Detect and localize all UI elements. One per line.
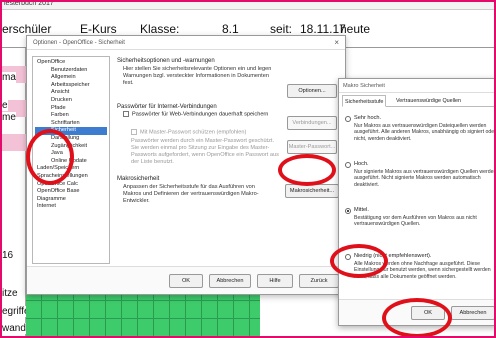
security-pane: Sicherheitsoptionen und -warnungen Hier … (117, 56, 341, 266)
tree-item[interactable]: Pfade (35, 105, 107, 113)
tree-item[interactable]: Darstellung (35, 135, 107, 143)
header-cell: erschüler (2, 22, 52, 36)
option-description: Alle Makros werden ohne Nachfrage ausgef… (354, 261, 491, 280)
header-cell: Klasse: (140, 22, 180, 36)
header-cell: E-Kurs (80, 22, 117, 36)
header-cell: heute (340, 22, 371, 36)
macro-security-text: Anpassen der Sicherheitsstufe für das Au… (123, 184, 259, 204)
tree-item[interactable]: Allgemein (35, 74, 107, 82)
back-button[interactable]: Zurück (299, 274, 339, 288)
security-options-heading: Sicherheitsoptionen und -warnungen (117, 58, 215, 64)
ok-button[interactable]: OK (169, 274, 203, 288)
macro-dialog-tabs: Sicherheitsstufe Vertrauenswürdige Quell… (342, 95, 496, 107)
tree-item[interactable]: OpenOffice (35, 59, 107, 67)
options-dialog-titlebar: Optionen - OpenOffice - Sicherheit × (27, 36, 345, 50)
macro-dialog-footer: OK Abbrechen (339, 299, 496, 325)
option-description: Nur signierte Makros aus vertrauenswürdi… (354, 169, 496, 188)
tree-item[interactable]: Internet (35, 203, 107, 211)
master-password-label: Mit Master-Passwort schützen (empfohlen) (140, 129, 247, 136)
tree-item[interactable]: Benutzerdaten (35, 67, 107, 75)
options-dialog-title: Optionen - OpenOffice - Sicherheit (33, 40, 125, 46)
macro-security-button[interactable]: Makrosicherheit... (285, 184, 339, 198)
macro-dialog-title: Makro Sicherheit (339, 79, 496, 93)
option-title: Sehr hoch. (354, 115, 382, 121)
tree-item[interactable]: Zugänglichkeit (35, 143, 107, 151)
tree-item[interactable]: Laden/Speichern (35, 165, 107, 173)
tree-item[interactable]: Sicherheit (35, 127, 107, 135)
option-description: Bestätigung vor dem Ausführen von Makros… (354, 215, 477, 228)
options-button[interactable]: Optionen... (287, 84, 337, 98)
master-password-text: Passwörter werden durch ein Master-Passw… (131, 138, 279, 165)
options-dialog: Optionen - OpenOffice - Sicherheit × Ope… (26, 35, 346, 295)
header-cell: 18.11.17 (300, 22, 346, 36)
row-label: 16 (2, 250, 14, 261)
tree-item[interactable]: OpenOffice Calc (35, 181, 107, 189)
cancel-button[interactable]: Abbrechen (209, 274, 251, 288)
save-passwords-checkbox[interactable]: Passwörter für Web-Verbindungen dauerhaf… (123, 111, 268, 117)
row-label: ma (2, 72, 16, 83)
password-heading: Passwörter für Internet-Verbindungen (117, 104, 217, 110)
tree-item[interactable]: Online Update (35, 158, 107, 166)
tree-item[interactable]: OpenOffice Base (35, 188, 107, 196)
tree-item[interactable]: Arbeitsspeicher (35, 82, 107, 90)
row-label: me (2, 112, 16, 123)
security-options-text: Hier stellen Sie sicherheitsrelevante Op… (123, 66, 272, 86)
tree-item[interactable]: Farben (35, 112, 107, 120)
option-title: Niedrig (nicht empfehlenswert). (354, 253, 432, 259)
option-title: Hoch. (354, 161, 369, 167)
options-dialog-footer: OK Abbrechen Hilfe Zurück (27, 266, 345, 294)
option-title: Mittel. (354, 207, 369, 213)
macro-ok-button[interactable]: OK (411, 306, 445, 320)
tree-item[interactable]: Ansicht (35, 89, 107, 97)
radio-icon (345, 162, 351, 168)
help-button[interactable]: Hilfe (257, 274, 293, 288)
sheet-title: lesterbuch 2017 (0, 0, 496, 10)
macro-cancel-button[interactable]: Abbrechen (451, 306, 495, 320)
connections-button[interactable]: Verbindungen... (287, 116, 337, 130)
save-passwords-label: Passwörter für Web-Verbindungen dauerhaf… (132, 111, 269, 118)
option-description: Nur Makros aus vertrauenswürdigen Dateiq… (354, 123, 496, 142)
row-label: e (2, 100, 8, 111)
close-icon[interactable]: × (334, 36, 339, 50)
tree-item[interactable]: Java (35, 150, 107, 158)
tab-trusted-sources[interactable]: Vertrauenswürdige Quellen (394, 95, 463, 107)
master-password-checkbox[interactable]: Mit Master-Passwort schützen (empfohlen) (131, 129, 246, 135)
radio-icon (345, 116, 351, 122)
tree-item[interactable]: Drucken (35, 97, 107, 105)
tree-item[interactable]: Schriftarten (35, 120, 107, 128)
master-password-button[interactable]: Master-Passwort... (287, 140, 337, 154)
tree-item[interactable]: Diagramme (35, 196, 107, 204)
radio-icon (345, 208, 351, 214)
row-label: itze (2, 288, 18, 299)
tree-item[interactable]: Spracheinstellungen (35, 173, 107, 181)
options-tree[interactable]: OpenOffice Benutzerdaten Allgemein Arbeitss… (32, 56, 110, 264)
macro-security-dialog: Makro Sicherheit Sicherheitsstufe Vertra… (338, 78, 496, 326)
header-cell: 8.1 (222, 22, 239, 36)
tab-security-level[interactable]: Sicherheitsstufe (342, 95, 387, 107)
macro-security-heading: Makrosicherheit (117, 176, 160, 182)
header-cell: seit: (270, 22, 293, 36)
radio-icon (345, 254, 351, 260)
